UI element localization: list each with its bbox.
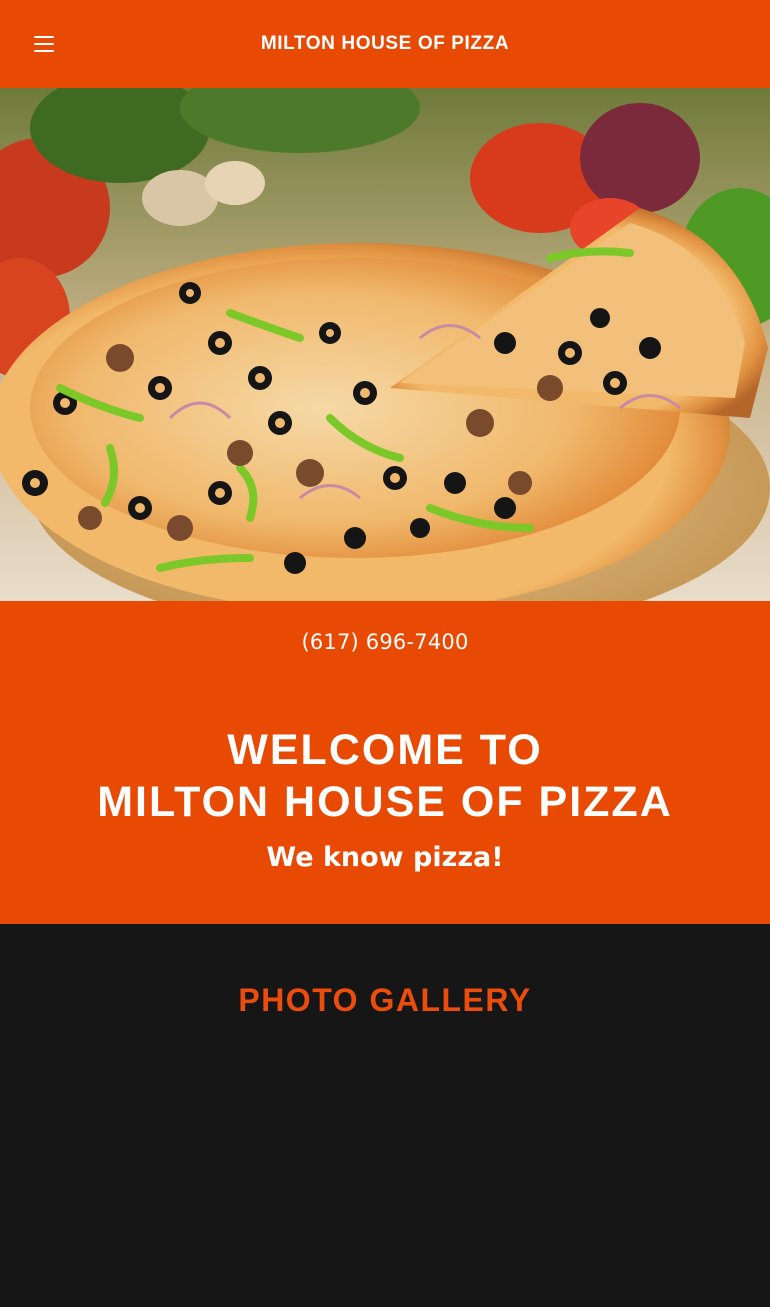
welcome-heading-line2: MILTON HOUSE OF PIZZA [97, 778, 673, 826]
welcome-section: WELCOME TO MILTON HOUSE OF PIZZA We know… [0, 682, 770, 924]
welcome-heading: WELCOME TO MILTON HOUSE OF PIZZA [0, 724, 770, 828]
phone-bar: (617) 696-7400 [0, 601, 770, 682]
phone-link[interactable]: (617) 696-7400 [301, 630, 468, 654]
pizza-hero-image [0, 88, 770, 601]
welcome-heading-line1: WELCOME TO [227, 726, 543, 774]
tagline: We know pizza! [266, 842, 504, 873]
photo-gallery-section: PHOTO GALLERY [0, 924, 770, 1307]
gallery-title: PHOTO GALLERY [238, 982, 532, 1018]
hero-section [0, 88, 770, 601]
site-title[interactable]: MILTON HOUSE OF PIZZA [261, 33, 509, 55]
hamburger-menu-icon[interactable] [34, 36, 54, 52]
site-header: MILTON HOUSE OF PIZZA [0, 0, 770, 88]
